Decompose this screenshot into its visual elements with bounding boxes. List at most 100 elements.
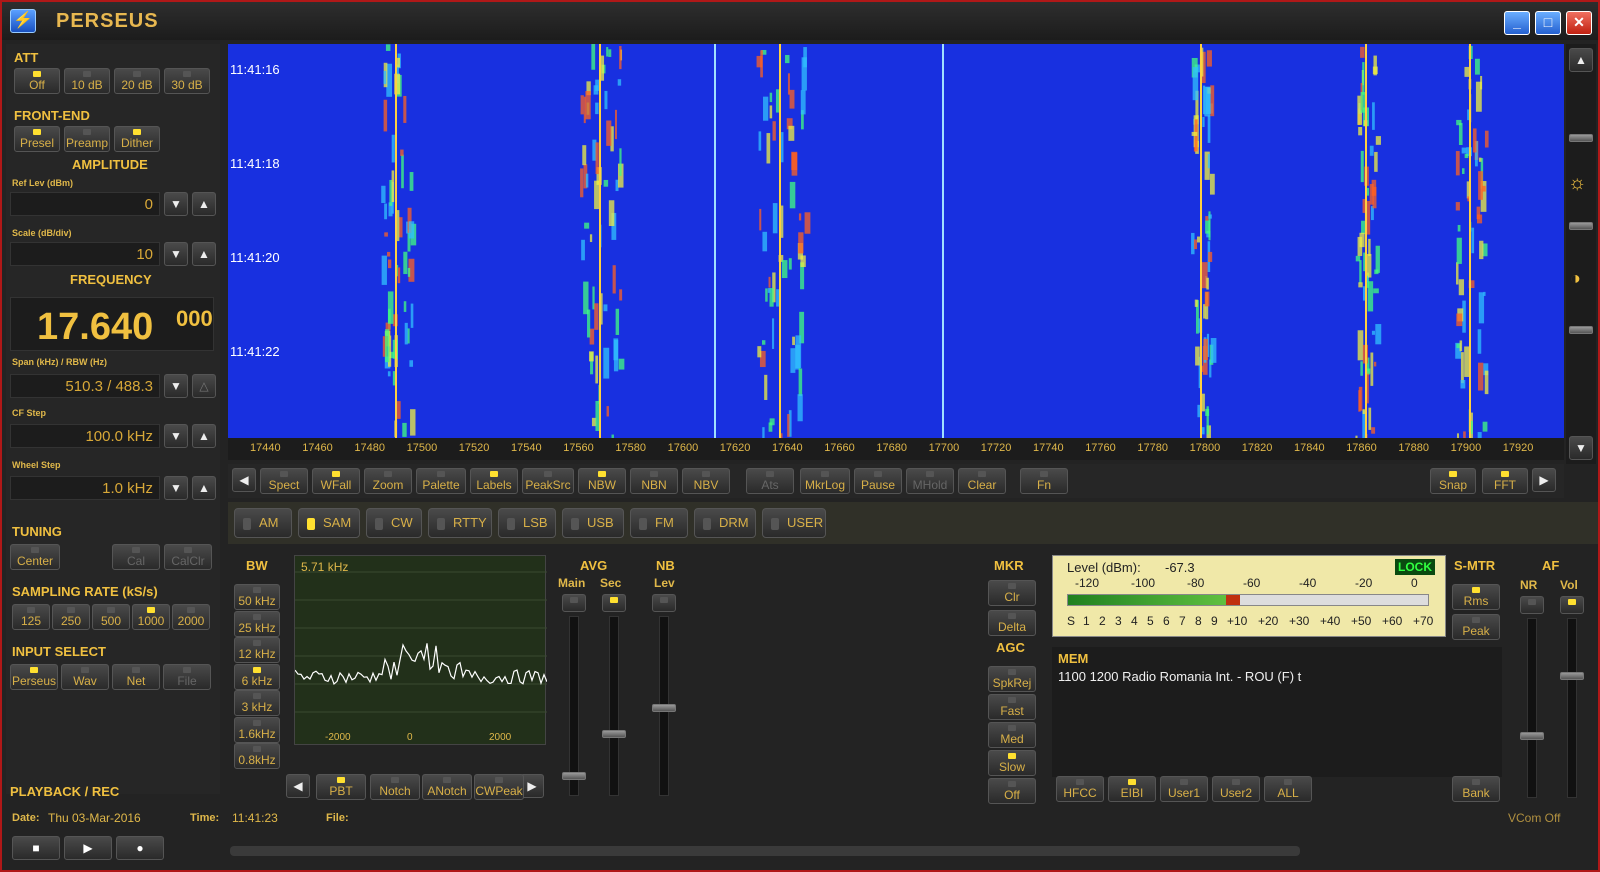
mode-lsb-button[interactable]: LSB xyxy=(498,508,556,538)
sr-2000-button[interactable]: 2000 xyxy=(172,604,210,630)
center-button[interactable]: Center xyxy=(10,544,60,570)
snap-button[interactable]: Snap xyxy=(1430,468,1476,494)
mode-fm-button[interactable]: FM xyxy=(630,508,688,538)
tb-mhold-button[interactable]: MHold xyxy=(906,468,954,494)
waterfall-slider-1[interactable] xyxy=(1569,134,1593,142)
bw-notch-button[interactable]: Notch xyxy=(370,774,420,800)
tb-pause-button[interactable]: Pause xyxy=(854,468,902,494)
input-file-button[interactable]: File xyxy=(163,664,211,690)
brightness-icon[interactable]: ☼ xyxy=(1568,172,1586,195)
vol-slider-track[interactable] xyxy=(1567,618,1577,798)
mem-eibi-button[interactable]: EIBI xyxy=(1108,776,1156,802)
bw-4-button[interactable]: 3 kHz xyxy=(234,690,280,716)
scroll-down-icon[interactable]: ▼ xyxy=(1569,436,1593,460)
bandwidth-spectrum-plot[interactable]: 5.71 kHz -2000 0 2000 xyxy=(294,555,547,745)
scale-down-icon[interactable]: ▼ xyxy=(164,242,188,266)
vol-toggle[interactable] xyxy=(1560,596,1584,614)
mkr-clr-button[interactable]: Clr xyxy=(988,580,1036,606)
input-wav-button[interactable]: Wav xyxy=(61,664,109,690)
close-icon[interactable]: ✕ xyxy=(1566,11,1592,35)
mem-user2-button[interactable]: User2 xyxy=(1212,776,1260,802)
perseus-app-icon[interactable]: ⚡ xyxy=(10,9,36,33)
sr-250-button[interactable]: 250 xyxy=(52,604,90,630)
nr-toggle[interactable] xyxy=(1520,596,1544,614)
agc-med-button[interactable]: Med xyxy=(988,722,1036,748)
bw-3-button[interactable]: 6 kHz xyxy=(234,663,280,690)
span-field[interactable]: 510.3 / 488.3 xyxy=(10,374,160,398)
avg-main-toggle[interactable] xyxy=(562,594,586,612)
mode-drm-button[interactable]: DRM xyxy=(694,508,756,538)
calclr-button[interactable]: CalClr xyxy=(164,544,212,570)
nb-slider[interactable] xyxy=(652,704,676,712)
mode-user-button[interactable]: USER xyxy=(762,508,826,538)
mode-am-button[interactable]: AM xyxy=(234,508,292,538)
maximize-icon[interactable]: □ xyxy=(1535,11,1561,35)
bw-0-button[interactable]: 50 kHz xyxy=(234,584,280,610)
bw-6-button[interactable]: 0.8kHz xyxy=(234,743,280,769)
nr-slider-track[interactable] xyxy=(1527,618,1537,798)
mem-hfcc-button[interactable]: HFCC xyxy=(1056,776,1104,802)
tb-peaksrc-button[interactable]: PeakSrc xyxy=(522,468,574,494)
minimize-icon[interactable]: _ xyxy=(1504,11,1530,35)
cfstep-up-icon[interactable]: ▲ xyxy=(192,424,216,448)
fft-button[interactable]: FFT xyxy=(1482,468,1528,494)
att-2-button[interactable]: 20 dB xyxy=(114,68,160,94)
span-down-icon[interactable]: ▼ xyxy=(164,374,188,398)
record-button[interactable]: ● xyxy=(116,836,164,860)
avg-sec-toggle[interactable] xyxy=(602,594,626,612)
mem-entry[interactable]: 1100 1200 Radio Romania Int. - ROU (F) t xyxy=(1058,669,1301,684)
scroll-up-icon[interactable]: ▲ xyxy=(1569,48,1593,72)
playback-progress-bar[interactable] xyxy=(230,846,1300,856)
rms-button[interactable]: Rms xyxy=(1452,584,1500,610)
nr-slider[interactable] xyxy=(1520,732,1544,740)
frontend-2-button[interactable]: Dither xyxy=(114,126,160,152)
tb-nbv-button[interactable]: NBV xyxy=(682,468,730,494)
bw-anotch-button[interactable]: ANotch xyxy=(422,774,472,800)
waterfall-slider-3[interactable] xyxy=(1569,326,1593,334)
wheel-step-field[interactable]: 1.0 kHz xyxy=(10,476,160,500)
mkr-delta-button[interactable]: Delta xyxy=(988,610,1036,636)
tb-palette-button[interactable]: Palette xyxy=(416,468,466,494)
ref-lev-up-icon[interactable]: ▲ xyxy=(192,192,216,216)
frontend-1-button[interactable]: Preamp xyxy=(64,126,110,152)
toolbar-left-icon[interactable]: ◀ xyxy=(232,468,256,492)
agc-spkrej-button[interactable]: SpkRej xyxy=(988,666,1036,692)
bw-pbt-button[interactable]: PBT xyxy=(316,774,366,800)
mem-user1-button[interactable]: User1 xyxy=(1160,776,1208,802)
ref-lev-down-icon[interactable]: ▼ xyxy=(164,192,188,216)
agc-slow-button[interactable]: Slow xyxy=(988,750,1036,776)
input-net-button[interactable]: Net xyxy=(112,664,160,690)
agc-off-button[interactable]: Off xyxy=(988,778,1036,804)
scale-field[interactable]: 10 xyxy=(10,242,160,266)
agc-fast-button[interactable]: Fast xyxy=(988,694,1036,720)
nb-toggle[interactable] xyxy=(652,594,676,612)
bw-2-button[interactable]: 12 kHz xyxy=(234,637,280,663)
toolbar-right-icon[interactable]: ▶ xyxy=(1532,468,1556,492)
att-1-button[interactable]: 10 dB xyxy=(64,68,110,94)
wheel-step-down-icon[interactable]: ▼ xyxy=(164,476,188,500)
bw-1-button[interactable]: 25 kHz xyxy=(234,610,280,637)
bw-left-icon[interactable]: ◀ xyxy=(286,774,310,798)
tb-fn-button[interactable]: Fn xyxy=(1020,468,1068,494)
waterfall-display[interactable]: 11:41:16 11:41:18 11:41:20 11:41:22 xyxy=(228,44,1564,438)
mode-sam-button[interactable]: SAM xyxy=(298,508,360,538)
avg-main-slider[interactable] xyxy=(562,772,586,780)
mode-cw-button[interactable]: CW xyxy=(366,508,422,538)
att-0-button[interactable]: Off xyxy=(14,68,60,94)
avg-main-slider-track[interactable] xyxy=(569,616,579,796)
tb-mkrlog-button[interactable]: MkrLog xyxy=(800,468,850,494)
tb-labels-button[interactable]: Labels xyxy=(470,468,518,494)
tb-nbn-button[interactable]: NBN xyxy=(630,468,678,494)
vol-slider[interactable] xyxy=(1560,672,1584,680)
tb-zoom-button[interactable]: Zoom xyxy=(364,468,412,494)
cal-button[interactable]: Cal xyxy=(112,544,160,570)
contrast-icon[interactable]: ◑ xyxy=(1570,268,1581,289)
sr-1000-button[interactable]: 1000 xyxy=(132,604,170,630)
frequency-display[interactable]: 17.640 000 xyxy=(10,297,214,351)
mem-all-button[interactable]: ALL xyxy=(1264,776,1312,802)
span-up-icon[interactable]: △ xyxy=(192,374,216,398)
sr-500-button[interactable]: 500 xyxy=(92,604,130,630)
tb-clear-button[interactable]: Clear xyxy=(958,468,1006,494)
mode-usb-button[interactable]: USB xyxy=(562,508,624,538)
tb-spect-button[interactable]: Spect xyxy=(260,468,308,494)
